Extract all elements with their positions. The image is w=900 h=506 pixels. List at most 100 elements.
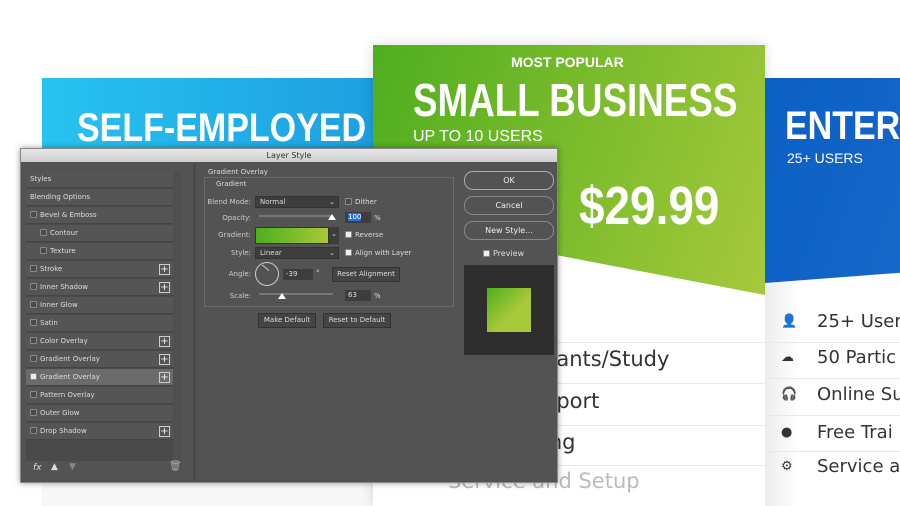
blend-mode-select[interactable]: Normal ⌄ <box>255 196 339 208</box>
fx-button[interactable]: fx <box>33 463 42 473</box>
style-item[interactable]: Blending Options <box>26 189 173 206</box>
style-item[interactable]: Outer Glow <box>26 405 173 422</box>
feature: 25+ Users <box>817 311 900 332</box>
angle-unit: ° <box>316 269 320 277</box>
style-item[interactable]: Bevel & Emboss <box>26 207 173 224</box>
style-item-label: Contour <box>50 229 78 237</box>
reset-alignment-button[interactable]: Reset Alignment <box>332 267 400 282</box>
style-label: Style: <box>231 249 251 257</box>
style-item[interactable]: Gradient Overlay + <box>26 351 173 368</box>
add-icon[interactable]: + <box>159 372 170 383</box>
blend-mode-label: Blend Mode: <box>207 198 251 206</box>
ok-button[interactable]: OK <box>464 171 554 190</box>
reverse-checkbox[interactable]: Reverse <box>345 231 383 239</box>
angle-dial[interactable] <box>255 262 279 286</box>
style-item[interactable]: Color Overlay + <box>26 333 173 350</box>
feature: Service a <box>817 456 900 477</box>
style-select[interactable]: Linear ⌄ <box>255 247 339 259</box>
style-item-label: Satin <box>40 319 58 327</box>
angle-input[interactable]: -39 <box>283 269 313 280</box>
checkbox[interactable] <box>30 319 37 326</box>
opacity-unit: % <box>374 214 381 222</box>
gradient-dropdown[interactable]: ⌄ <box>329 227 339 244</box>
cancel-button[interactable]: Cancel <box>464 196 554 215</box>
style-item[interactable]: Inner Glow <box>26 297 173 314</box>
badge: MOST POPULAR <box>511 54 624 70</box>
gear-icon: ⚙ <box>781 459 793 474</box>
gradient-swatch[interactable] <box>255 227 329 244</box>
checkbox[interactable] <box>30 391 37 398</box>
card-subtitle: UP TO 10 USERS <box>413 128 543 145</box>
scale-unit: % <box>374 292 381 300</box>
scale-input[interactable]: 63 <box>345 290 371 301</box>
style-item[interactable]: Contour <box>26 225 173 242</box>
style-item-label: Drop Shadow <box>40 427 87 435</box>
align-checkbox[interactable]: Align with Layer <box>345 249 411 257</box>
chevron-down-icon: ⌄ <box>329 198 335 206</box>
card-title: SELF-EMPLOYED <box>77 106 367 150</box>
scale-slider-handle[interactable] <box>278 293 286 299</box>
dialog-title[interactable]: Layer Style <box>21 149 557 162</box>
preview-box <box>464 265 554 355</box>
opacity-slider[interactable] <box>259 215 333 217</box>
style-item-label: Outer Glow <box>40 409 80 417</box>
add-icon[interactable]: + <box>159 426 170 437</box>
add-icon[interactable]: + <box>159 264 170 275</box>
rocket-icon: ● <box>781 425 793 440</box>
scale-label: Scale: <box>229 292 251 300</box>
style-item[interactable]: Gradient Overlay + <box>26 369 173 386</box>
card-title: SMALL BUSINESS <box>413 74 738 126</box>
style-item[interactable]: Styles <box>26 171 173 188</box>
style-item-label: Color Overlay <box>40 337 88 345</box>
new-style-button[interactable]: New Style... <box>464 221 554 240</box>
style-item-label: Styles <box>30 175 52 183</box>
checkbox[interactable] <box>30 265 37 272</box>
layer-style-dialog: Layer Style Styles Blending Options Bevel … <box>20 148 558 483</box>
style-item-label: Gradient Overlay <box>40 373 100 381</box>
style-item-label: Stroke <box>40 265 63 273</box>
dither-checkbox[interactable]: Dither <box>345 198 377 206</box>
checkbox[interactable] <box>30 337 37 344</box>
style-item[interactable]: Texture <box>26 243 173 260</box>
feature: Online Su <box>817 384 900 405</box>
add-icon[interactable]: + <box>159 354 170 365</box>
style-item[interactable]: Drop Shadow + <box>26 423 173 440</box>
style-item[interactable]: Stroke + <box>26 261 173 278</box>
opacity-label: Opacity: <box>222 214 251 222</box>
style-item[interactable]: Satin <box>26 315 173 332</box>
align-label: Align with Layer <box>355 249 412 257</box>
move-down-icon[interactable]: ▼ <box>69 462 76 472</box>
add-icon[interactable]: + <box>159 336 170 347</box>
make-default-button[interactable]: Make Default <box>258 313 316 328</box>
feature: Free Trai <box>817 422 893 443</box>
checkbox[interactable] <box>30 301 37 308</box>
card-enterprise: ENTERP 25+ USERS 👤 25+ Users ☁ 50 Partic… <box>765 78 900 506</box>
feature: 50 Partic <box>817 347 897 368</box>
move-up-icon[interactable]: ▲ <box>51 462 58 472</box>
reset-to-default-button[interactable]: Reset to Default <box>323 313 391 328</box>
checkbox[interactable] <box>30 427 37 434</box>
user-icon: 👤 <box>781 314 798 329</box>
style-value: Linear <box>260 249 282 257</box>
opacity-input[interactable]: 100 <box>348 213 362 221</box>
checkbox[interactable] <box>30 211 37 218</box>
style-item-label: Texture <box>50 247 76 255</box>
checkbox[interactable] <box>30 373 37 380</box>
checkbox[interactable] <box>30 409 37 416</box>
checkbox[interactable] <box>30 355 37 362</box>
add-icon[interactable]: + <box>159 282 170 293</box>
opacity-slider-handle[interactable] <box>328 214 336 220</box>
checkbox[interactable] <box>30 283 37 290</box>
style-item[interactable]: Inner Shadow + <box>26 279 173 296</box>
scale-slider[interactable] <box>259 293 333 295</box>
style-item-label: Inner Glow <box>40 301 78 309</box>
scrollbar[interactable] <box>173 171 181 461</box>
preview-checkbox[interactable]: Preview <box>483 249 524 258</box>
style-item[interactable]: Pattern Overlay <box>26 387 173 404</box>
trash-icon[interactable]: 🗑 <box>169 461 182 472</box>
reverse-label: Reverse <box>355 231 384 239</box>
checkbox[interactable] <box>40 229 47 236</box>
style-item-label: Pattern Overlay <box>40 391 95 399</box>
checkbox[interactable] <box>40 247 47 254</box>
price: $29.99 <box>579 176 720 236</box>
